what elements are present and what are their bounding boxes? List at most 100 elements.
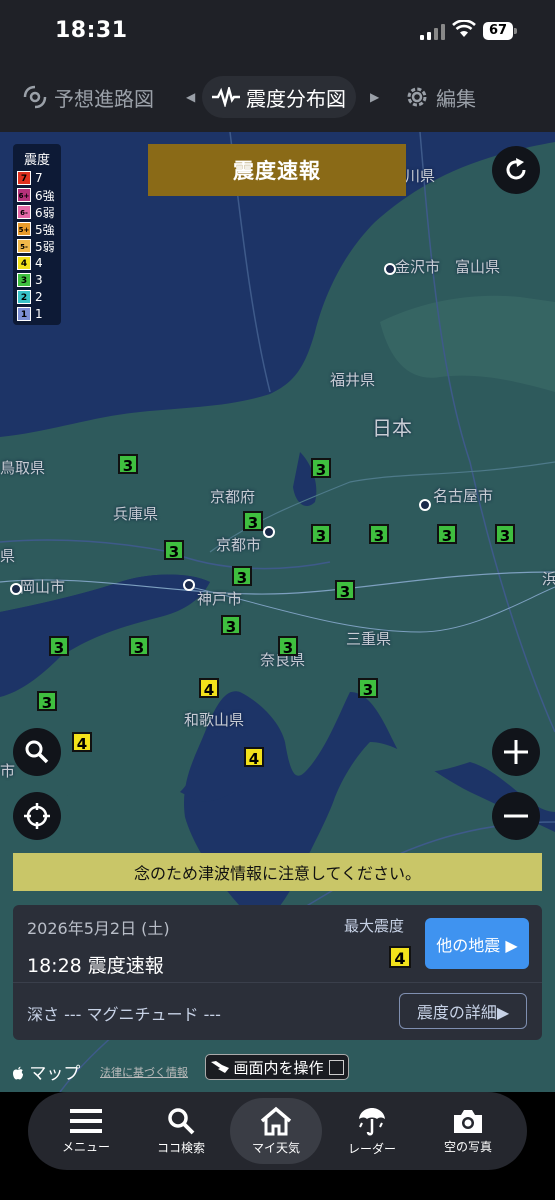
label-japan: 日本 — [372, 416, 412, 440]
operate-checkbox[interactable] — [328, 1059, 344, 1075]
camera-icon — [454, 1110, 482, 1133]
intensity-marker[interactable]: 3 — [243, 511, 263, 532]
legend-item: 22 — [17, 289, 43, 305]
crosshair-icon — [24, 803, 50, 829]
apple-maps-attribution[interactable]: マップ — [12, 1059, 80, 1084]
zoom-in-button[interactable] — [492, 728, 540, 776]
nav-my-weather-label: マイ天気 — [251, 1141, 300, 1155]
refresh-button[interactable] — [492, 146, 540, 194]
label-nagoya: 名古屋市 — [433, 487, 494, 505]
intensity-marker[interactable]: 3 — [358, 678, 378, 699]
intensity-marker[interactable]: 3 — [495, 524, 515, 545]
cellular-signal-icon — [420, 24, 445, 40]
battery-icon: 67 — [483, 22, 517, 40]
intensity-marker[interactable]: 3 — [311, 458, 331, 479]
legal-info-link[interactable]: 法律に基づく情報 — [100, 1064, 188, 1080]
label-shi-edge: 市 — [0, 762, 16, 780]
operate-label: 画面内を操作 — [233, 1058, 324, 1077]
nav-radar[interactable]: レーダー — [326, 1098, 418, 1164]
home-icon — [260, 1106, 292, 1136]
hand-pointer-icon — [211, 1061, 230, 1073]
intensity-marker[interactable]: 3 — [221, 615, 241, 636]
legend-item: 5- 5弱 — [17, 238, 55, 254]
intensity-marker[interactable]: 4 — [72, 732, 92, 753]
nav-sky-photos-label: 空の写真 — [443, 1140, 492, 1154]
tab-seismic-map[interactable]: 震度分布図 — [202, 76, 356, 118]
search-icon — [168, 1108, 195, 1135]
city-dot-kanazawa — [384, 263, 396, 275]
label-kyotoshi: 京都市 — [216, 536, 262, 554]
nav-sky-photos[interactable]: 空の写真 — [422, 1098, 514, 1164]
quake-time-kind: 18:28 震度速報 — [27, 955, 164, 977]
bottom-navigation: メニュー ココ検索 マイ天気 レーダー 空の写真 — [28, 1092, 527, 1170]
tab-next-icon[interactable]: ▶ — [370, 90, 379, 104]
typhoon-icon — [23, 85, 47, 109]
bottom-bar: メニュー ココ検索 マイ天気 レーダー 空の写真 — [0, 1092, 555, 1200]
max-intensity-badge: 4 — [389, 946, 411, 968]
label-kanazawa: 金沢市 — [395, 258, 441, 276]
label-ken-edge: 県 — [0, 547, 16, 565]
max-intensity-label: 最大震度 — [344, 917, 405, 935]
label-tottori: 鳥取県 — [0, 459, 46, 477]
map-footer: マップ 法律に基づく情報 画面内を操作 — [0, 1052, 555, 1090]
intensity-marker[interactable]: 4 — [244, 747, 264, 768]
intensity-marker[interactable]: 3 — [164, 540, 184, 561]
gear-icon — [407, 87, 427, 107]
tab-forecast-track-label: 予想進路図 — [54, 86, 154, 111]
status-bar: 18:31 67 — [0, 0, 555, 62]
intensity-detail-button[interactable]: 震度の詳細▶ — [399, 993, 527, 1029]
tab-seismic-map-label: 震度分布図 — [246, 86, 346, 111]
menu-icon — [70, 1109, 102, 1133]
tsunami-notice: 念のため津波情報に注意してください。 — [13, 853, 542, 891]
intensity-marker[interactable]: 3 — [49, 636, 69, 657]
intensity-legend: 震度 77 6+ 6強 6- 6弱 5+ 5強 5- 5弱 44 33 22 11 — [13, 144, 61, 325]
intensity-marker[interactable]: 4 — [199, 678, 219, 699]
quake-date: 2026年5月2日 (土) — [27, 919, 170, 938]
intensity-marker[interactable]: 3 — [335, 580, 355, 601]
intensity-marker[interactable]: 3 — [311, 524, 331, 545]
city-dot-nagoya — [419, 499, 431, 511]
depth-magnitude: 深さ --- マグニチュード --- — [27, 1005, 221, 1024]
label-fukui: 福井県 — [330, 371, 376, 389]
tab-prev-icon[interactable]: ◀ — [186, 90, 195, 104]
bulletin-banner: 震度速報 — [148, 144, 406, 196]
intensity-marker[interactable]: 3 — [232, 566, 252, 587]
clock: 18:31 — [55, 18, 128, 43]
intensity-marker[interactable]: 3 — [37, 691, 57, 712]
search-button[interactable] — [13, 728, 61, 776]
minus-icon — [504, 814, 528, 818]
label-okayama: 岡山市 — [20, 578, 66, 596]
intensity-marker[interactable]: 3 — [129, 636, 149, 657]
legend-title: 震度 — [24, 153, 51, 168]
legend-item: 5+ 5強 — [17, 222, 55, 237]
label-wakayama: 和歌山県 — [184, 711, 245, 729]
intensity-marker[interactable]: 3 — [437, 524, 457, 545]
label-hyogo: 兵庫県 — [113, 505, 159, 523]
label-mie: 三重県 — [346, 630, 392, 648]
label-kobe: 神戸市 — [197, 590, 243, 608]
umbrella-icon — [359, 1108, 385, 1136]
nav-menu[interactable]: メニュー — [40, 1098, 132, 1164]
nav-menu-label: メニュー — [61, 1140, 110, 1154]
other-earthquakes-button[interactable]: 他の地震 ▶ — [425, 918, 529, 969]
legend-item: 33 — [17, 272, 43, 288]
operate-in-screen-toggle[interactable]: 画面内を操作 — [205, 1054, 349, 1080]
tab-edit[interactable]: 編集 — [404, 76, 476, 118]
refresh-icon — [506, 158, 526, 180]
divider — [13, 982, 542, 983]
nav-my-weather[interactable]: マイ天気 — [230, 1098, 322, 1164]
nav-search[interactable]: ココ検索 — [135, 1098, 227, 1164]
zoom-out-button[interactable] — [492, 792, 540, 840]
legend-item: 6+ 6強 — [17, 188, 55, 203]
locate-button[interactable] — [13, 792, 61, 840]
intensity-marker[interactable]: 3 — [118, 454, 138, 475]
intensity-marker[interactable]: 3 — [369, 524, 389, 545]
legend-item: 77 — [17, 170, 43, 186]
city-dot-kyoto — [263, 526, 275, 538]
legend-item: 44 — [17, 255, 43, 271]
nav-search-label: ココ検索 — [156, 1141, 205, 1155]
intensity-marker[interactable]: 3 — [278, 636, 298, 657]
legend-item: 6- 6弱 — [17, 204, 55, 220]
seismic-wave-icon — [212, 87, 240, 107]
tab-forecast-track[interactable]: 予想進路図 — [22, 76, 154, 118]
